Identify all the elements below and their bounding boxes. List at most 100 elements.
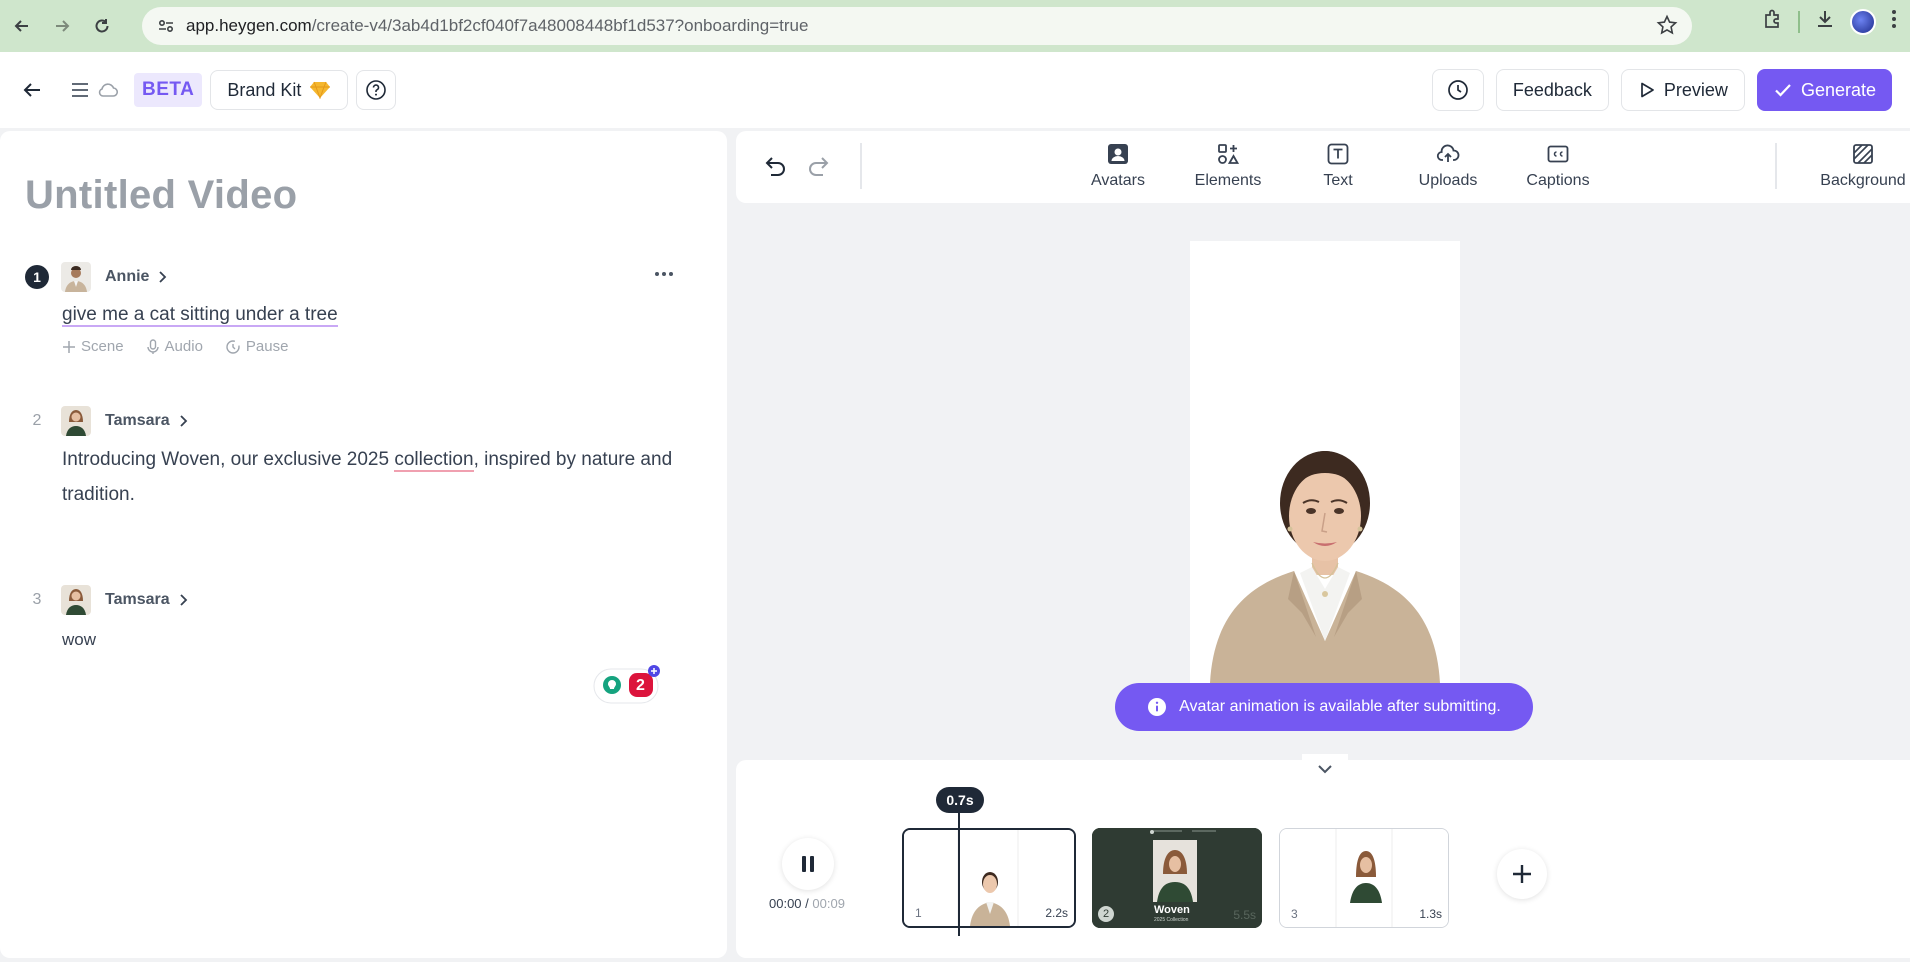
timeline-clip-1[interactable]: 1 2.2s — [902, 828, 1076, 928]
browser-menu-icon[interactable] — [1890, 8, 1898, 35]
redo-button[interactable] — [806, 153, 832, 184]
elements-icon — [1218, 144, 1240, 164]
script-panel: Untitled Video 1 Annie give me a cat sit… — [0, 131, 727, 958]
tool-background-label: Background — [1820, 172, 1906, 189]
video-canvas[interactable] — [1190, 241, 1460, 683]
url-host: app.heygen.com — [186, 16, 312, 35]
add-pause-action[interactable]: Pause — [225, 338, 289, 355]
add-scene-button[interactable] — [1497, 849, 1547, 899]
avatar-thumbnail-annie[interactable] — [61, 262, 91, 292]
avatar-name[interactable]: Annie — [105, 268, 149, 286]
scene-number: 2 — [32, 412, 42, 429]
clip-title: Woven — [1154, 904, 1190, 916]
tool-elements[interactable]: Elements — [1183, 142, 1273, 190]
tool-avatars[interactable]: Avatars — [1073, 142, 1163, 190]
playhead[interactable] — [958, 800, 960, 936]
site-settings-icon[interactable] — [148, 8, 184, 44]
timeline-clip-3[interactable]: 3 1.3s — [1279, 828, 1449, 928]
scene-number-badge: 1 — [25, 265, 49, 289]
upload-cloud-icon — [1436, 144, 1460, 162]
add-audio-label: Audio — [164, 338, 203, 355]
clip-number: 3 — [1291, 907, 1298, 921]
avatar-thumbnail-tamsara[interactable] — [61, 406, 91, 436]
history-button[interactable] — [1431, 69, 1484, 111]
script-text: give me a cat sitting under a tree — [62, 304, 338, 327]
current-time: 00:00 — [769, 896, 802, 911]
preview-label: Preview — [1663, 79, 1728, 100]
more-options-icon[interactable] — [653, 265, 675, 283]
avatar-icon — [1108, 144, 1128, 164]
chevron-right-icon[interactable] — [178, 593, 188, 607]
bookmark-star-icon[interactable] — [1656, 14, 1678, 41]
scene-3[interactable]: 3 Tamsara wow — [25, 584, 675, 657]
address-bar[interactable]: app.heygen.com/create-v4/3ab4d1bf2cf040f… — [142, 7, 1692, 45]
collapse-timeline-button[interactable] — [1302, 754, 1348, 784]
undo-button[interactable] — [762, 153, 788, 184]
avatar-animation-notice: Avatar animation is available after subm… — [1115, 683, 1533, 731]
profile-avatar[interactable] — [1850, 8, 1876, 35]
add-scene-action[interactable]: Scene — [62, 338, 124, 355]
forward-arrow-icon[interactable] — [44, 8, 80, 44]
url-text: app.heygen.com/create-v4/3ab4d1bf2cf040f… — [186, 16, 808, 36]
scene-script-text[interactable]: Introducing Woven, our exclusive 2025 co… — [62, 442, 675, 512]
redo-icon — [809, 157, 829, 176]
timeline-clip-2[interactable]: Woven 2025 Collection 2 5.5s — [1092, 828, 1262, 928]
question-circle-icon — [366, 80, 387, 100]
video-title-input[interactable]: Untitled Video — [25, 173, 297, 218]
background-hatch-icon — [1853, 144, 1873, 164]
scene-number: 3 — [32, 591, 42, 608]
editor-toolbar: Avatars Elements Text Uploads Captions B… — [736, 131, 1910, 203]
url-path: /create-v4/3ab4d1bf2cf040f7a48008448bf1d… — [311, 16, 809, 35]
clip-number: 1 — [915, 906, 922, 920]
play-pause-button[interactable] — [782, 838, 834, 890]
captions-icon — [1547, 145, 1569, 163]
total-time: 00:09 — [812, 896, 845, 911]
feedback-button[interactable]: Feedback — [1495, 69, 1609, 111]
tool-uploads[interactable]: Uploads — [1403, 142, 1493, 190]
extensions-icon[interactable] — [1762, 8, 1784, 35]
timeline-panel: 00:00 / 00:09 1 2.2s Woven 2025 Collecti… — [736, 754, 1910, 958]
microphone-icon — [146, 338, 159, 354]
tool-text[interactable]: Text — [1293, 142, 1383, 190]
clip-duration: 5.5s — [1233, 908, 1256, 922]
menu-button[interactable] — [68, 70, 92, 110]
browser-chrome: app.heygen.com/create-v4/3ab4d1bf2cf040f… — [0, 0, 1910, 52]
plus-icon — [1513, 865, 1531, 883]
download-icon[interactable] — [1814, 8, 1836, 35]
preview-button[interactable]: Preview — [1620, 69, 1745, 111]
avatar-name[interactable]: Tamsara — [105, 591, 170, 609]
avatar-preview-image[interactable] — [1190, 241, 1460, 683]
help-button[interactable] — [356, 70, 397, 110]
script-text-part: Introducing Woven, our exclusive 2025 — [62, 449, 395, 470]
generate-button[interactable]: Generate — [1756, 69, 1892, 111]
scene-2[interactable]: 2 Tamsara Introducing Woven, our exclusi… — [25, 405, 675, 512]
back-button[interactable] — [18, 70, 46, 110]
brand-kit-button[interactable]: Brand Kit — [210, 70, 349, 110]
tool-background[interactable]: Background — [1813, 142, 1910, 190]
play-outline-icon — [1641, 82, 1654, 98]
add-scene-label: Scene — [81, 338, 124, 355]
tool-captions[interactable]: Captions — [1513, 142, 1603, 190]
reload-icon[interactable] — [84, 8, 120, 44]
add-audio-action[interactable]: Audio — [146, 338, 203, 355]
notice-text: Avatar animation is available after subm… — [1179, 698, 1501, 715]
flagged-word[interactable]: collection — [394, 449, 474, 472]
scene-script-text[interactable]: wow — [62, 622, 675, 657]
toolbar-divider — [860, 143, 862, 189]
toolbar-divider — [1798, 10, 1800, 33]
avatar-thumbnail-tamsara[interactable] — [61, 585, 91, 615]
scene-script-text[interactable]: give me a cat sitting under a tree — [62, 297, 675, 332]
avatar-name[interactable]: Tamsara — [105, 412, 170, 430]
add-pause-label: Pause — [245, 338, 289, 355]
tool-avatars-label: Avatars — [1091, 172, 1145, 189]
grammar-assistant-widget[interactable]: 2 — [593, 665, 663, 705]
brand-kit-label: Brand Kit — [227, 79, 302, 100]
chevron-right-icon[interactable] — [157, 270, 167, 284]
pause-icon — [802, 856, 814, 872]
back-arrow-icon[interactable] — [4, 8, 40, 44]
chevron-right-icon[interactable] — [178, 414, 188, 428]
playhead-time-label[interactable]: 0.7s — [936, 787, 984, 813]
clock-icon — [1447, 80, 1468, 100]
scene-1[interactable]: 1 Annie give me a cat sitting under a tr… — [25, 261, 675, 355]
text-icon — [1327, 143, 1349, 165]
